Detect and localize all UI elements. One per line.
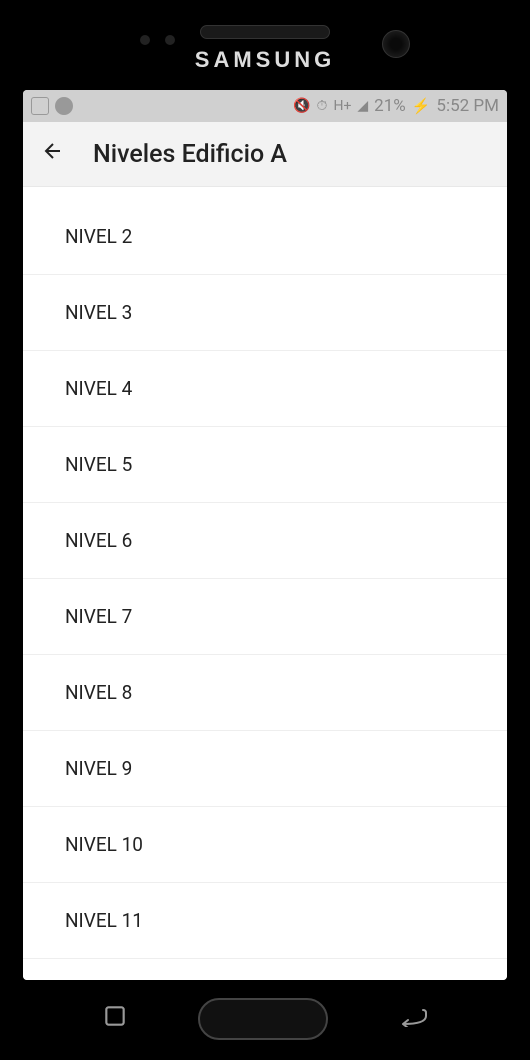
camera xyxy=(382,30,410,58)
speaker xyxy=(200,25,330,39)
network-icon: H+ xyxy=(333,98,351,114)
page-title: Niveles Edificio A xyxy=(93,140,287,169)
sensors xyxy=(140,35,175,45)
list-item[interactable]: NIVEL 6 xyxy=(23,503,507,579)
app-notification-icon xyxy=(55,97,73,115)
list-item[interactable]: NIVEL 10 xyxy=(23,807,507,883)
battery-text: 21% xyxy=(374,96,406,116)
app-header: Niveles Edificio A xyxy=(23,122,507,187)
mute-icon: 🔇 xyxy=(293,98,310,114)
home-button[interactable] xyxy=(198,998,328,1040)
list-item[interactable]: NIVEL 5 xyxy=(23,427,507,503)
list-item[interactable]: NIVEL 9 xyxy=(23,731,507,807)
samsung-logo: SAMSUNG xyxy=(195,47,335,73)
notification-icon xyxy=(31,97,49,115)
status-bar: 🔇 ⏱ H+ ◢ 21% ⚡ 5:52 PM xyxy=(23,90,507,122)
back-nav-icon[interactable] xyxy=(398,1005,428,1033)
alarm-icon: ⏱ xyxy=(317,98,328,114)
screen: 🔇 ⏱ H+ ◢ 21% ⚡ 5:52 PM Niveles Edificio … xyxy=(23,90,507,980)
list-item[interactable]: NIVEL 2 xyxy=(23,187,507,275)
sensor-dot xyxy=(165,35,175,45)
phone-top: SAMSUNG xyxy=(0,25,530,73)
status-right: 🔇 ⏱ H+ ◢ 21% ⚡ 5:52 PM xyxy=(293,96,499,116)
phone-frame: SAMSUNG 🔇 ⏱ H+ ◢ 21% ⚡ 5:52 PM xyxy=(0,0,530,1060)
list-item[interactable]: NIVEL 3 xyxy=(23,275,507,351)
signal-icon: ◢ xyxy=(357,98,368,114)
sensor-dot xyxy=(140,35,150,45)
levels-list[interactable]: NIVEL 2 NIVEL 3 NIVEL 4 NIVEL 5 NIVEL 6 … xyxy=(23,187,507,980)
list-item[interactable]: NIVEL 11 xyxy=(23,883,507,959)
time-text: 5:52 PM xyxy=(436,96,499,116)
status-left xyxy=(31,97,73,115)
list-item[interactable]: NIVEL 8 xyxy=(23,655,507,731)
back-button[interactable] xyxy=(41,139,65,170)
charging-icon: ⚡ xyxy=(412,97,431,115)
phone-bottom xyxy=(0,998,530,1040)
recent-apps-icon[interactable] xyxy=(102,1003,128,1035)
list-item[interactable]: NIVEL 7 xyxy=(23,579,507,655)
list-item[interactable]: NIVEL 4 xyxy=(23,351,507,427)
